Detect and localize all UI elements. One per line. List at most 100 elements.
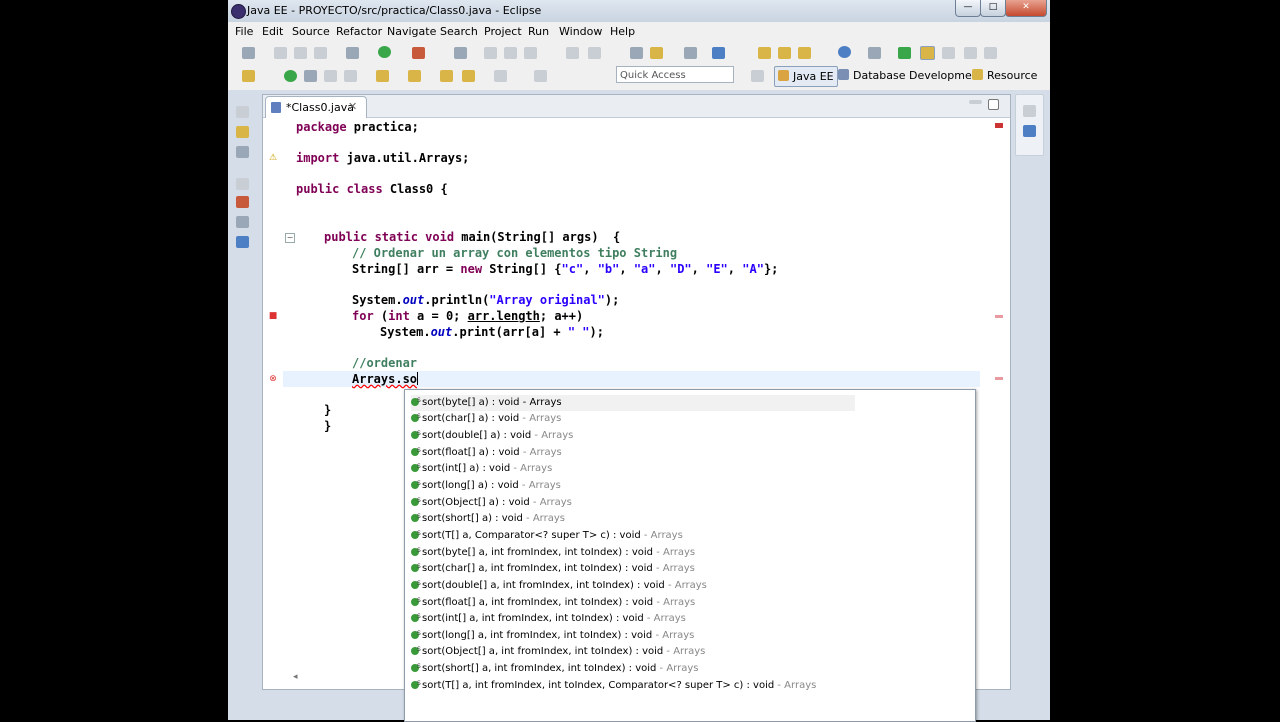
block-selection-icon[interactable] [964,47,977,59]
perspective-database-label: Database Development [853,69,984,82]
coverage-icon[interactable] [304,70,317,82]
console-icon[interactable] [236,236,249,248]
list-item[interactable]: sort(int[] a) : void - Arrays [411,459,552,477]
server-icon[interactable] [684,47,697,59]
menu-edit[interactable]: Edit [262,25,283,38]
menu-window[interactable]: Window [559,25,602,38]
list-item[interactable]: sort(double[] a) : void - Arrays [411,426,573,444]
perspective-resource[interactable]: Resource [972,66,1037,85]
minimize-button[interactable]: — [955,0,981,17]
undo-icon[interactable] [566,47,579,59]
forward-icon[interactable] [494,70,507,82]
perspective-database-development[interactable]: Database Development [838,66,983,85]
debug-icon[interactable] [346,47,359,59]
overview-error-marker[interactable] [995,315,1003,318]
code-line: System.out.print(arr[a] + " "); [380,325,604,339]
link-icon[interactable] [898,47,911,59]
list-item[interactable]: sort(float[] a, int fromIndex, int toInd… [411,593,695,611]
task-icon[interactable] [484,47,497,59]
static-method-icon [411,559,421,575]
list-item[interactable]: sort(short[] a) : void - Arrays [411,509,565,527]
list-item[interactable]: sort(char[] a, int fromIndex, int toInde… [411,559,695,577]
list-item[interactable]: sort(long[] a) : void - Arrays [411,476,561,494]
code-line: for (int a = 0; arr.length; a++) [352,309,584,323]
code-line: //ordenar [352,356,418,370]
restore-bottom-icon[interactable] [236,178,249,190]
menu-refactor[interactable]: Refactor [336,25,382,38]
terminate-icon[interactable] [344,70,357,82]
perspective-java-ee-label: Java EE [793,70,834,83]
external-tools-icon[interactable] [412,47,425,59]
package-icon[interactable] [778,47,791,59]
pause-icon[interactable] [504,47,517,59]
menu-run[interactable]: Run [528,25,549,38]
list-item[interactable]: sort(float[] a) : void - Arrays [411,443,562,461]
left-trim-stack [231,94,253,274]
menu-source[interactable]: Source [292,25,330,38]
close-button[interactable]: ✕ [1005,0,1047,17]
open-folder-icon[interactable] [758,47,771,59]
static-method-icon [411,642,421,658]
perspective-java-ee[interactable]: Java EE [774,66,838,87]
new-icon[interactable] [242,47,255,59]
error-summary-icon[interactable] [995,123,1003,128]
skip-icon[interactable] [324,70,337,82]
previous-annotation-icon[interactable] [408,70,421,82]
redo-icon[interactable] [588,47,601,59]
pilcrow-icon[interactable] [984,47,997,59]
list-item[interactable]: sort(short[] a, int fromIndex, int toInd… [411,659,698,677]
list-item[interactable]: sort(int[] a, int fromIndex, int toIndex… [411,609,686,627]
globe-icon[interactable] [838,46,851,58]
toggle-highlight-icon[interactable] [920,46,935,60]
menu-navigate[interactable]: Navigate [387,25,436,38]
static-method-icon [411,593,421,609]
list-item[interactable]: sort(T[] a, int fromIndex, int toIndex, … [411,676,816,694]
last-edit-icon[interactable] [440,70,453,82]
javadoc-icon[interactable] [242,70,255,82]
list-item[interactable]: sort(char[] a) : void - Arrays [411,409,561,427]
print-icon[interactable] [314,47,327,59]
overview-error-marker[interactable] [995,377,1003,380]
open-perspective-icon[interactable] [751,70,764,82]
project-explorer-icon[interactable] [236,126,249,138]
pin-editor-icon[interactable] [534,70,547,82]
markers-icon[interactable] [236,196,249,208]
list-item[interactable]: sort(Object[] a) : void - Arrays [411,493,572,511]
run-last-icon[interactable] [284,70,297,82]
properties-icon[interactable] [236,216,249,228]
maximize-button[interactable]: □ [980,0,1006,17]
list-item[interactable]: sort(byte[] a) : void - Arrays [411,393,855,411]
menu-search[interactable]: Search [440,25,478,38]
list-item[interactable]: sort(double[] a, int fromIndex, int toIn… [411,576,707,594]
pencil-icon[interactable] [798,47,811,59]
stop-icon[interactable] [524,47,537,59]
save-all-icon[interactable] [294,47,307,59]
format-icon[interactable] [630,47,643,59]
quick-access-input[interactable]: Quick Access [616,66,734,83]
list-item[interactable]: sort(Object[] a, int fromIndex, int toIn… [411,642,705,660]
navigator-icon[interactable] [236,146,249,158]
save-icon[interactable] [274,47,287,59]
run-icon[interactable] [378,46,391,58]
build-icon[interactable] [868,47,881,59]
menu-project[interactable]: Project [484,25,522,38]
scroll-left-icon[interactable]: ◂ [293,672,298,682]
right-trim-stack [1015,94,1044,156]
code-line: // Ordenar un array con elementos tipo S… [352,246,678,260]
restore-icon[interactable] [236,106,249,118]
menu-file[interactable]: File [235,25,253,38]
open-type-icon[interactable] [454,47,467,59]
list-item[interactable]: sort(T[] a, Comparator<? super T> c) : v… [411,526,683,544]
list-item[interactable]: sort(byte[] a, int fromIndex, int toInde… [411,543,695,561]
restore-right-icon[interactable] [1023,105,1036,117]
overview-ruler[interactable] [992,118,1006,678]
next-annotation-icon[interactable] [376,70,389,82]
web-icon[interactable] [712,47,725,59]
back-icon[interactable] [462,70,475,82]
list-item[interactable]: sort(long[] a, int fromIndex, int toInde… [411,626,694,644]
show-whitespace-icon[interactable] [942,47,955,59]
menu-help[interactable]: Help [610,25,635,38]
outline-icon[interactable] [1023,125,1036,137]
code-line: Arrays.so [352,372,419,386]
mark-occurrences-icon[interactable] [650,47,663,59]
